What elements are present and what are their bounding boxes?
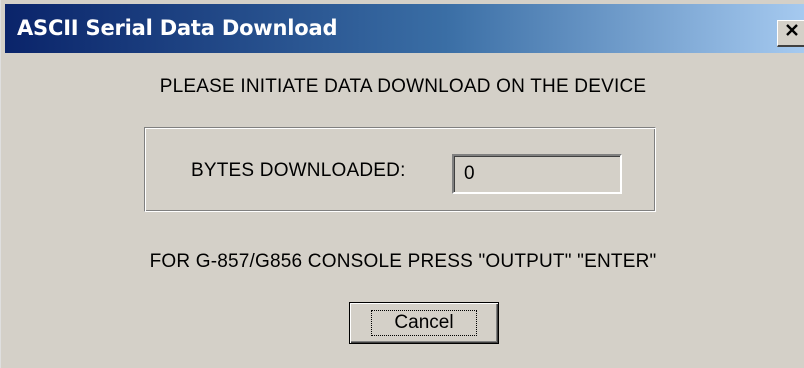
bytes-downloaded-field: 0 <box>452 154 622 194</box>
bytes-downloaded-value: 0 <box>464 163 475 184</box>
close-button[interactable] <box>777 20 804 47</box>
download-prompt: PLEASE INITIATE DATA DOWNLOAD ON THE DEV… <box>159 76 647 97</box>
cancel-button-label: Cancel <box>371 310 477 336</box>
console-instruction: FOR G-857/G856 CONSOLE PRESS "OUTPUT" "E… <box>149 251 657 272</box>
cancel-button[interactable]: Cancel <box>349 302 499 344</box>
dialog-window: ASCII Serial Data Download PLEASE INITIA… <box>0 0 804 368</box>
title-bar[interactable]: ASCII Serial Data Download <box>5 4 804 53</box>
bytes-downloaded-label: BYTES DOWNLOADED: <box>191 160 406 181</box>
close-icon <box>785 24 799 42</box>
window-title: ASCII Serial Data Download <box>17 16 338 40</box>
